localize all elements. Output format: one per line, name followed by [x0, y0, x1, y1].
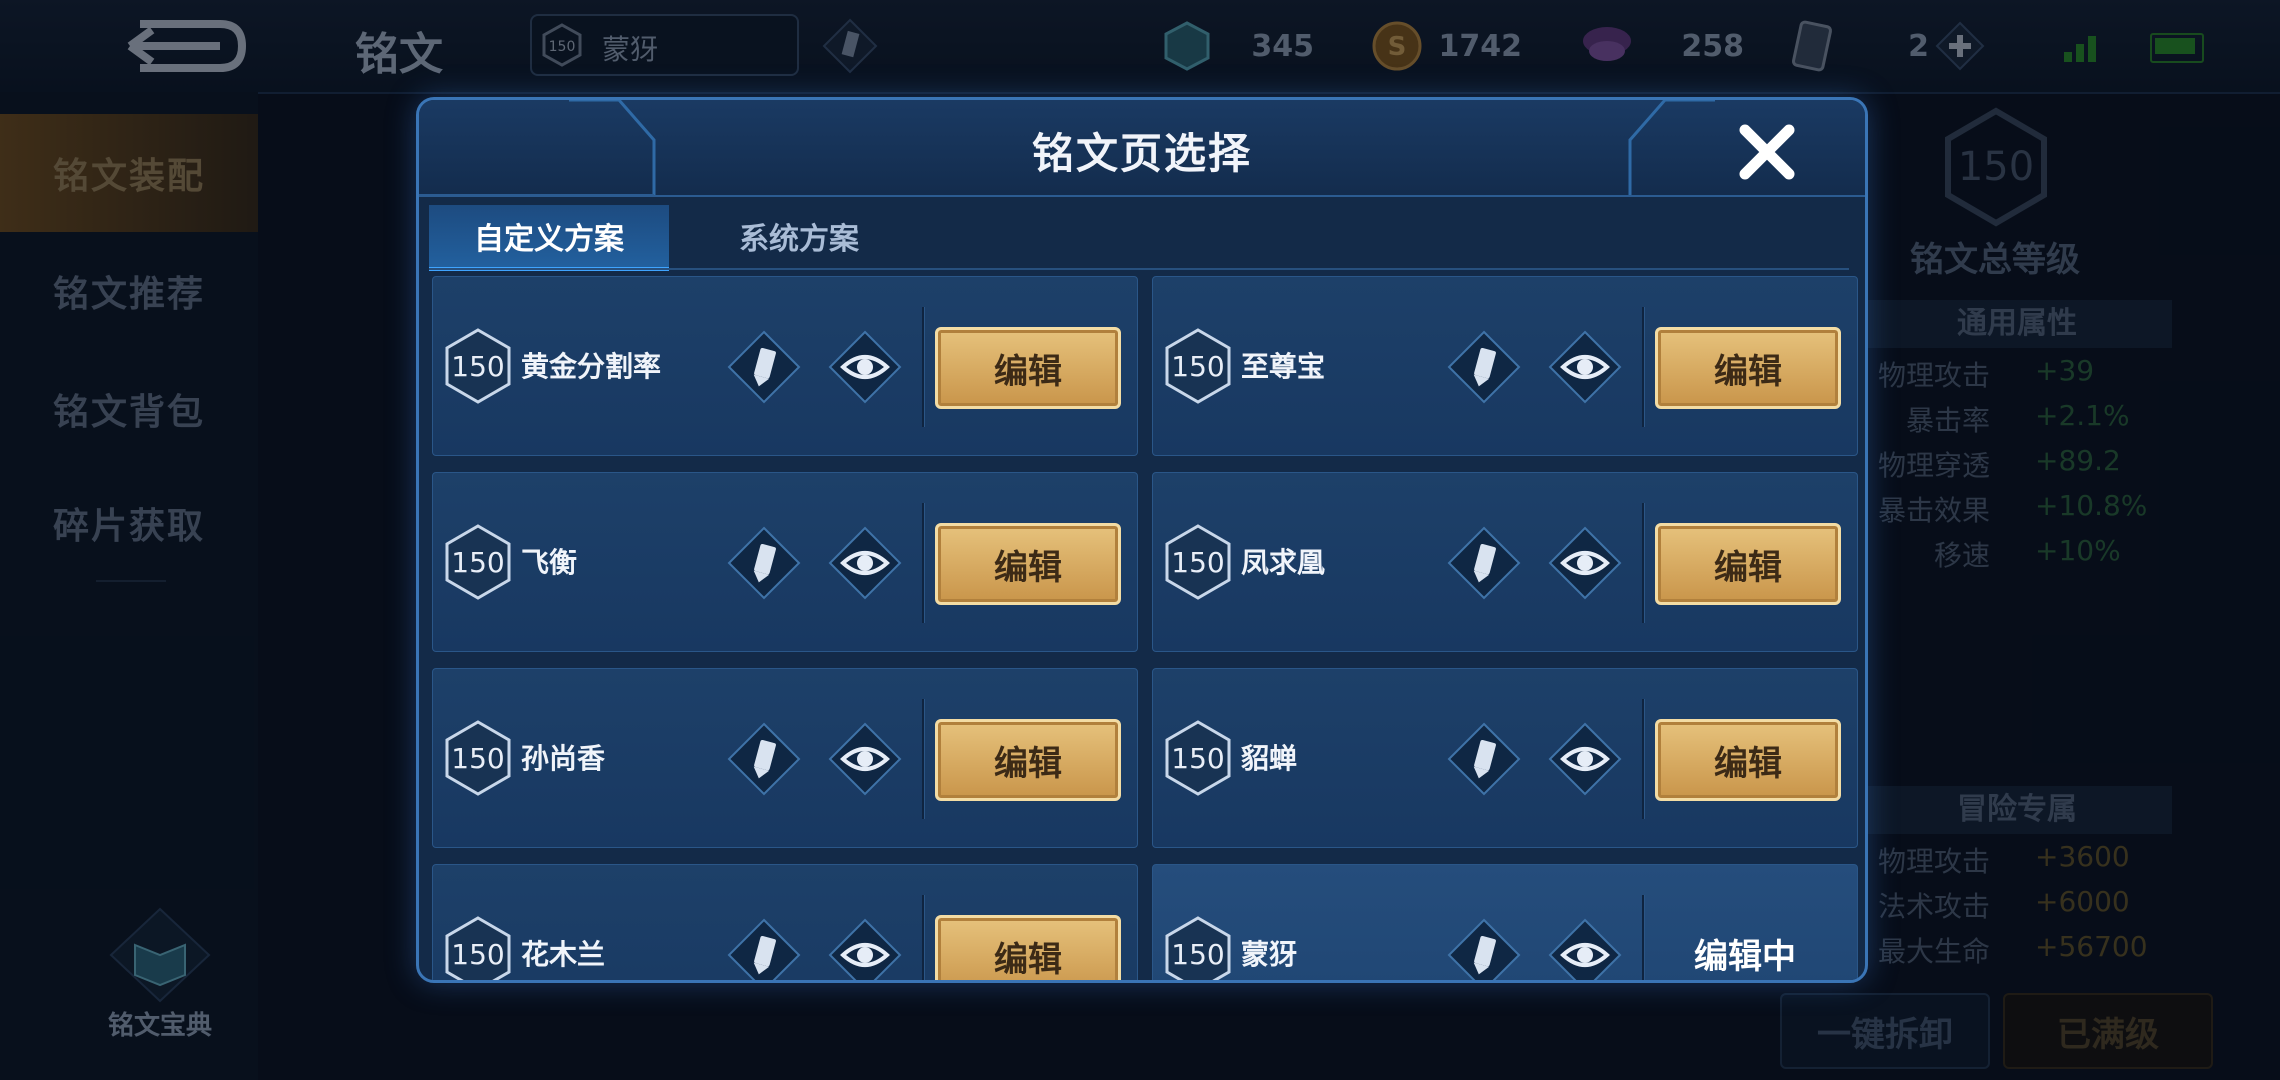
rename-pen-icon[interactable] — [726, 721, 802, 797]
level-hex-icon: 150 — [1165, 720, 1231, 796]
page-card[interactable]: 150 孙尚香 编辑 — [432, 668, 1138, 848]
page-name: 蒙犽 — [1241, 938, 1298, 971]
edit-button[interactable]: 编辑 — [1655, 523, 1841, 605]
rename-pen-icon[interactable] — [1446, 525, 1522, 601]
page-card[interactable]: 150 花木兰 编辑 — [432, 864, 1138, 983]
rename-pen-icon[interactable] — [726, 525, 802, 601]
preview-eye-icon[interactable] — [1547, 917, 1623, 983]
page-card[interactable]: 150 至尊宝 编辑 — [1152, 276, 1858, 456]
card-divider — [922, 307, 924, 427]
page-name: 凤求凰 — [1241, 546, 1326, 579]
card-divider — [922, 503, 924, 623]
svg-text:150: 150 — [1171, 938, 1224, 971]
level-hex-icon: 150 — [445, 916, 511, 980]
tab-divider — [429, 268, 1849, 270]
close-icon[interactable] — [1737, 122, 1797, 182]
edit-button[interactable]: 编辑 — [935, 327, 1121, 409]
card-divider — [1642, 699, 1644, 819]
edit-button[interactable]: 编辑 — [935, 915, 1121, 980]
level-hex-icon: 150 — [1165, 328, 1231, 404]
preview-eye-icon[interactable] — [827, 917, 903, 983]
edit-button[interactable]: 编辑 — [935, 719, 1121, 801]
level-hex-icon: 150 — [445, 720, 511, 796]
page-card[interactable]: 150 蒙犽 编辑中 — [1152, 864, 1858, 983]
page-card[interactable]: 150 貂蝉 编辑 — [1152, 668, 1858, 848]
page-name: 至尊宝 — [1241, 350, 1326, 383]
card-divider — [922, 699, 924, 819]
preview-eye-icon[interactable] — [1547, 525, 1623, 601]
level-hex-icon: 150 — [445, 328, 511, 404]
rename-pen-icon[interactable] — [726, 917, 802, 983]
page-card[interactable]: 150 凤求凰 编辑 — [1152, 472, 1858, 652]
page-card[interactable]: 150 黄金分割率 编辑 — [432, 276, 1138, 456]
svg-text:150: 150 — [451, 350, 504, 383]
level-hex-icon: 150 — [445, 524, 511, 600]
edit-button[interactable]: 编辑 — [1655, 719, 1841, 801]
tab-system[interactable]: 系统方案 — [679, 205, 919, 267]
rename-pen-icon[interactable] — [1446, 329, 1522, 405]
level-hex-icon: 150 — [1165, 916, 1231, 980]
rename-pen-icon[interactable] — [1446, 721, 1522, 797]
svg-text:150: 150 — [1171, 546, 1224, 579]
level-hex-icon: 150 — [1165, 524, 1231, 600]
preview-eye-icon[interactable] — [827, 329, 903, 405]
svg-text:150: 150 — [451, 742, 504, 775]
editing-status: 编辑中 — [1694, 936, 1796, 977]
card-divider — [922, 895, 924, 980]
preview-eye-icon[interactable] — [827, 525, 903, 601]
edit-button[interactable]: 编辑 — [1655, 327, 1841, 409]
page-name: 孙尚香 — [521, 742, 606, 775]
svg-text:150: 150 — [451, 938, 504, 971]
page-name: 花木兰 — [521, 938, 606, 971]
svg-text:150: 150 — [1171, 350, 1224, 383]
svg-text:150: 150 — [451, 546, 504, 579]
page-name: 貂蝉 — [1241, 742, 1298, 775]
page-select-dialog: 铭文页选择 自定义方案 系统方案 150 黄金分割率 编辑 150 至尊宝 编辑… — [416, 97, 1868, 983]
edit-button[interactable]: 编辑 — [935, 523, 1121, 605]
rename-pen-icon[interactable] — [1446, 917, 1522, 983]
svg-text:150: 150 — [1171, 742, 1224, 775]
preview-eye-icon[interactable] — [1547, 329, 1623, 405]
rename-pen-icon[interactable] — [726, 329, 802, 405]
dialog-title: 铭文页选择 — [1031, 129, 1252, 178]
page-name: 黄金分割率 — [521, 350, 662, 383]
dialog-header: 铭文页选择 — [419, 100, 1865, 197]
page-card[interactable]: 150 飞衡 编辑 — [432, 472, 1138, 652]
preview-eye-icon[interactable] — [827, 721, 903, 797]
tab-custom[interactable]: 自定义方案 — [429, 205, 669, 271]
page-name: 飞衡 — [521, 546, 578, 579]
preview-eye-icon[interactable] — [1547, 721, 1623, 797]
card-divider — [1642, 307, 1644, 427]
card-divider — [1642, 503, 1644, 623]
card-divider — [1642, 895, 1644, 980]
